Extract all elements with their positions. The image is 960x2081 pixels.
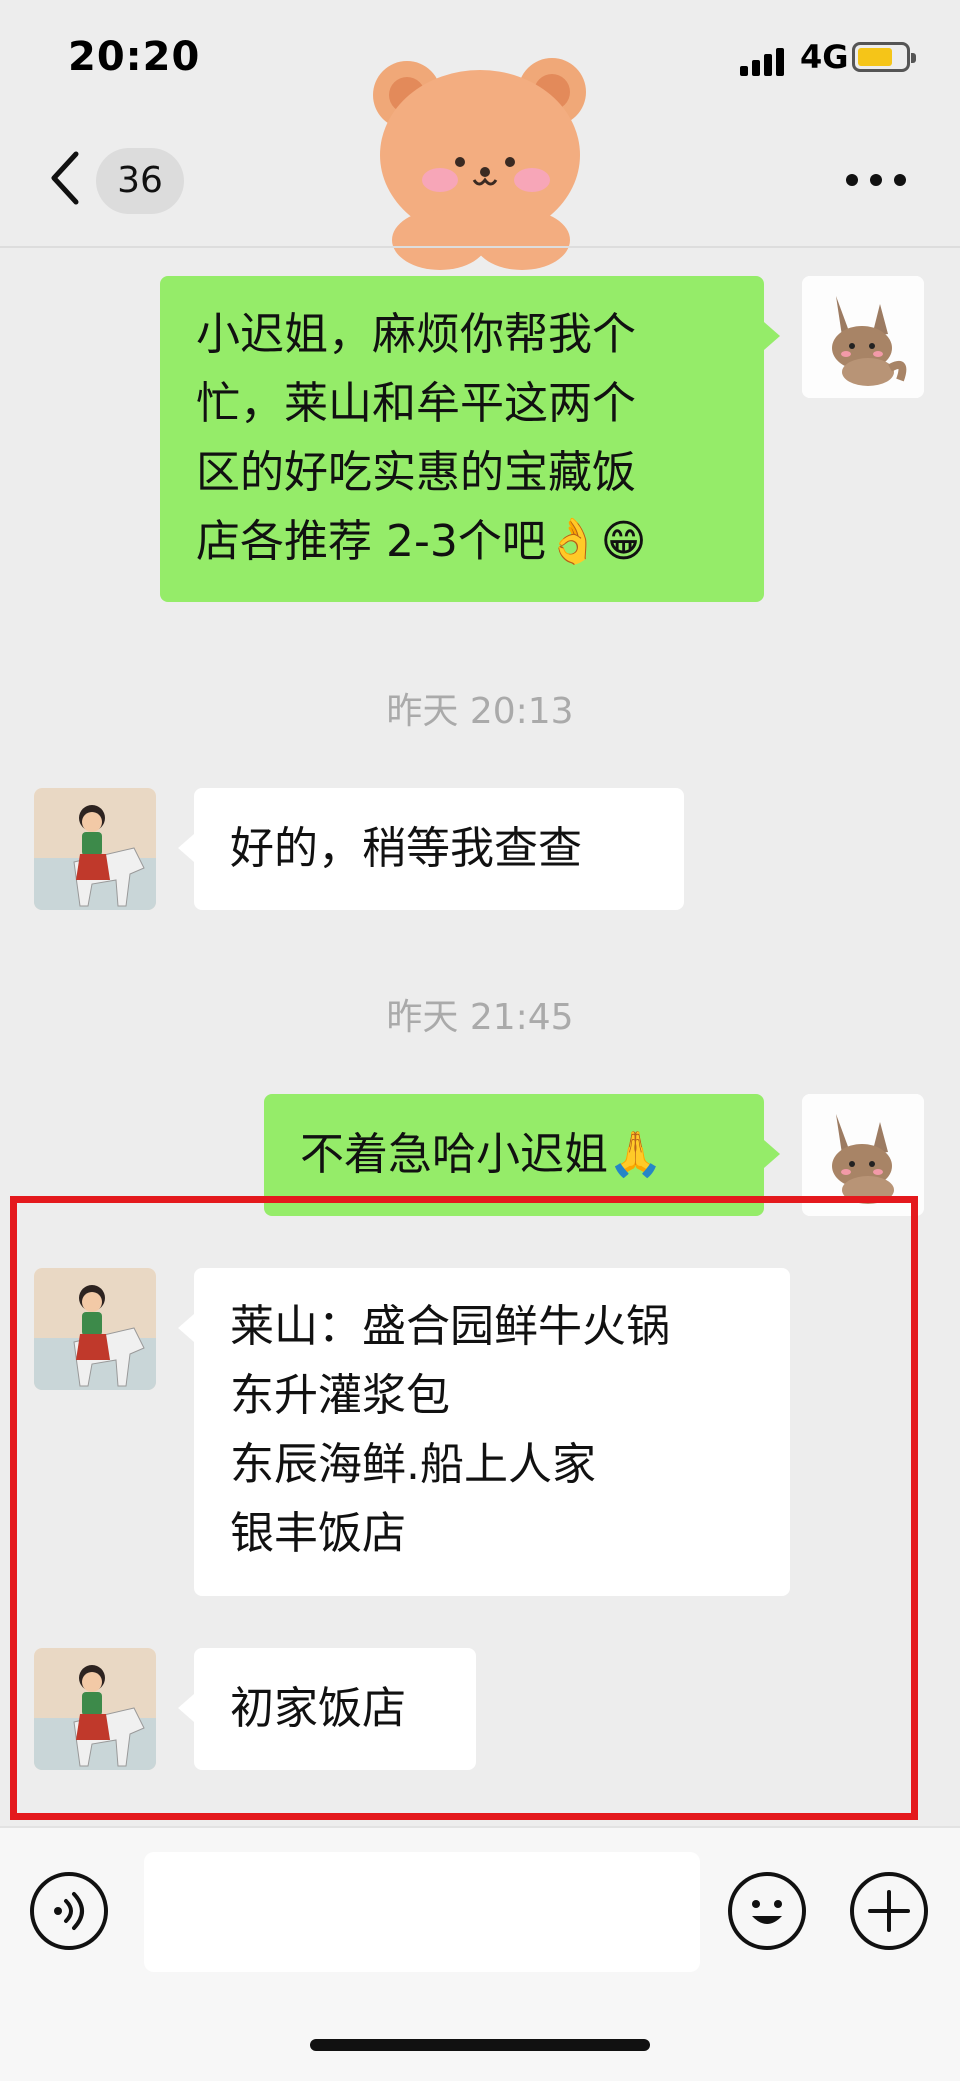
- highlight-box: [10, 1196, 918, 1820]
- bubble-tail: [764, 1140, 780, 1168]
- contact-avatar[interactable]: [34, 788, 156, 910]
- status-time: 20:20: [68, 34, 201, 80]
- message-line: 不着急哈小迟姐🙏: [300, 1129, 663, 1180]
- message-line: 区的好吃实惠的宝藏饭: [196, 447, 636, 498]
- unread-count-badge[interactable]: 36: [96, 148, 184, 214]
- more-options-button[interactable]: [846, 168, 906, 192]
- bubble-tail: [764, 322, 780, 350]
- emoji-button[interactable]: [728, 1872, 806, 1950]
- message-bubble-sent[interactable]: 小迟姐，麻烦你帮我个 忙，莱山和牟平这两个 区的好吃实惠的宝藏饭 店各推荐 2-…: [160, 276, 764, 602]
- rabbit-avatar-icon: [802, 276, 924, 398]
- battery-icon: [852, 42, 916, 72]
- nav-divider: [0, 246, 960, 248]
- plus-icon: [868, 1890, 910, 1932]
- my-avatar[interactable]: [802, 276, 924, 398]
- timestamp: 昨天 20:13: [386, 691, 574, 732]
- bear-sticker-icon: [373, 58, 586, 270]
- message-input[interactable]: [144, 1852, 700, 1972]
- bubble-tail: [178, 834, 194, 862]
- chevron-left-icon: [51, 151, 79, 205]
- message-line: 店各推荐 2-3个吧👌😁: [196, 516, 647, 567]
- add-button[interactable]: [850, 1872, 928, 1950]
- message-line: 忙，莱山和牟平这两个: [196, 378, 636, 429]
- back-button[interactable]: [44, 148, 88, 208]
- network-type: 4G: [800, 38, 849, 76]
- home-indicator: [310, 2039, 650, 2051]
- girl-horse-avatar-icon: [34, 788, 156, 910]
- signal-icon: [740, 46, 790, 76]
- message-bubble-received[interactable]: 好的，稍等我查查: [194, 788, 684, 910]
- voice-button[interactable]: [30, 1872, 108, 1950]
- timestamp: 昨天 21:45: [386, 997, 574, 1038]
- message-line: 好的，稍等我查查: [230, 823, 582, 874]
- voice-icon: [54, 1892, 84, 1930]
- smiley-icon: [752, 1900, 782, 1924]
- message-line: 小迟姐，麻烦你帮我个: [196, 309, 636, 360]
